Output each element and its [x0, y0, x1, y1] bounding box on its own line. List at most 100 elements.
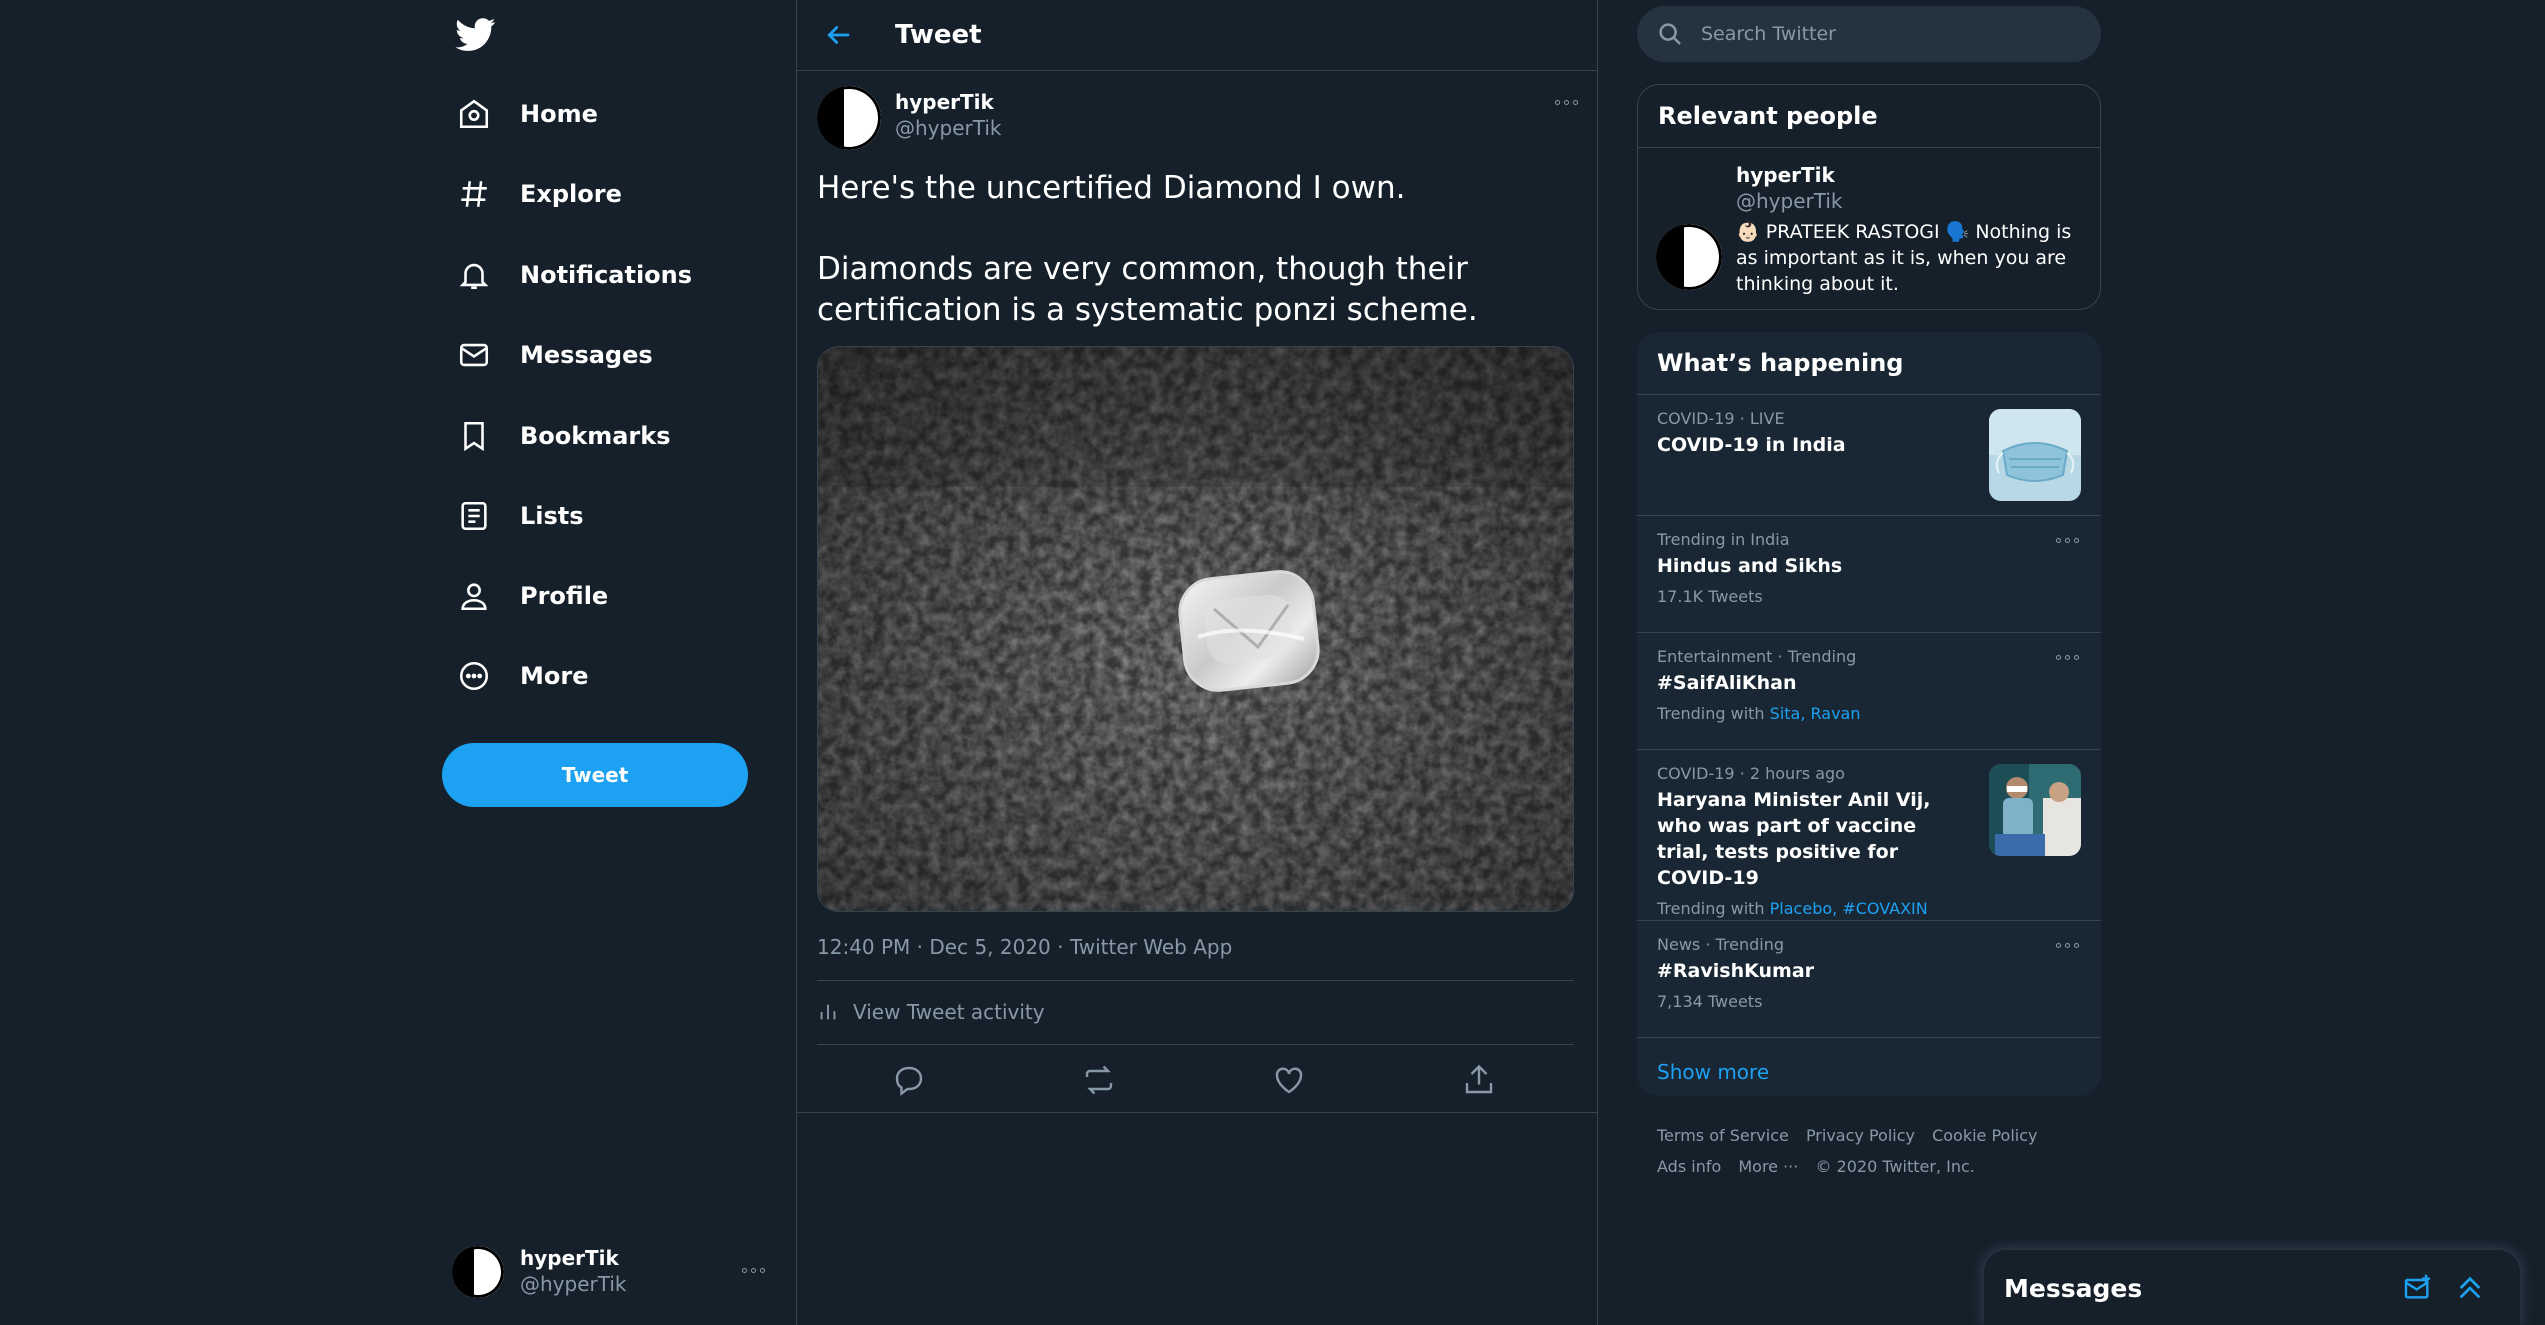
search-bar[interactable] — [1637, 6, 2101, 62]
trend-title: #RavishKumar — [1657, 960, 1815, 982]
person-handle[interactable]: @hyperTik — [1736, 189, 1842, 213]
footer-link[interactable]: Ads info — [1657, 1157, 1721, 1176]
author-name[interactable]: hyperTik — [895, 90, 994, 114]
trend-count: 17.1K Tweets — [1657, 587, 1763, 606]
show-more-link[interactable]: Show more — [1637, 1038, 2101, 1096]
avatar — [452, 1246, 504, 1298]
author-handle[interactable]: @hyperTik — [895, 116, 1001, 140]
nav-notifications[interactable]: Notifications — [454, 245, 692, 305]
trend-meta: Entertainment · Trending — [1657, 647, 1857, 666]
like-heart-icon[interactable] — [1271, 1062, 1307, 1098]
trend-meta: News · Trending — [1657, 935, 1785, 954]
card-title: What’s happening — [1637, 332, 2101, 395]
person-name[interactable]: hyperTik — [1736, 163, 1835, 187]
trending-with-links[interactable]: Sita, Ravan — [1770, 704, 1861, 723]
search-input[interactable] — [1699, 22, 2063, 46]
trend-item[interactable]: News · Trending #RavishKumar 7,134 Tweet… — [1637, 921, 2101, 1038]
trend-item[interactable]: COVID-19 · 2 hours ago Haryana Minister … — [1637, 750, 2101, 921]
footer-link[interactable]: More ··· — [1738, 1157, 1798, 1176]
nav-label: Profile — [520, 582, 609, 610]
more-dots-icon — [742, 1268, 765, 1273]
account-name: hyperTik — [520, 1246, 619, 1270]
trend-meta: Trending in India — [1657, 530, 1790, 549]
nav-label: More — [520, 662, 589, 690]
nav-label: Home — [520, 100, 598, 128]
nav-label: Messages — [520, 341, 653, 369]
back-arrow-icon[interactable] — [823, 20, 853, 50]
person-icon — [454, 576, 494, 616]
nav-bookmarks[interactable]: Bookmarks — [454, 406, 671, 466]
page-title: Tweet — [895, 20, 982, 50]
nav-home[interactable]: Home — [454, 84, 598, 144]
nav-more[interactable]: More — [454, 646, 588, 706]
twitter-logo-icon[interactable] — [454, 14, 496, 56]
tweet-button[interactable]: Tweet — [442, 743, 748, 807]
envelope-icon — [454, 335, 494, 375]
nav-label: Explore — [520, 180, 622, 208]
trend-count: 7,134 Tweets — [1657, 992, 1763, 1011]
nav-label: Bookmarks — [520, 422, 671, 450]
nav-messages[interactable]: Messages — [454, 325, 653, 385]
nav-explore[interactable]: Explore — [454, 164, 622, 224]
activity-label: View Tweet activity — [853, 1000, 1045, 1024]
account-handle: @hyperTik — [520, 1272, 627, 1296]
avatar[interactable] — [1656, 224, 1722, 290]
avatar[interactable] — [817, 86, 881, 150]
account-switcher[interactable]: hyperTik @hyperTik — [452, 1240, 792, 1304]
messages-drawer[interactable]: Messages — [1984, 1250, 2520, 1325]
main-column: Tweet hyperTik @hyperTik Here's the unce… — [796, 0, 1598, 1325]
trend-more-icon[interactable] — [2056, 538, 2079, 543]
share-icon[interactable] — [1461, 1062, 1497, 1098]
news-thumbnail — [1989, 764, 2081, 856]
relevant-people-card: Relevant people hyperTik @hyperTik 👶🏻 PR… — [1637, 84, 2101, 310]
nav-lists[interactable]: Lists — [454, 486, 584, 546]
tweet-timestamp: 12:40 PM · Dec 5, 2020 · Twitter Web App — [817, 935, 1233, 959]
trend-more-icon[interactable] — [2056, 655, 2079, 660]
tweet-more-icon[interactable] — [1555, 100, 1578, 105]
trending-with: Trending with Sita, Ravan — [1657, 704, 2081, 723]
view-activity-link[interactable]: View Tweet activity — [817, 1000, 1045, 1024]
trending-with-prefix: Trending with — [1657, 704, 1765, 723]
reply-icon[interactable] — [891, 1062, 927, 1098]
divider — [797, 1112, 1597, 1113]
trend-title: #SaifAliKhan — [1657, 672, 1797, 694]
divider — [817, 1044, 1574, 1045]
footer-link[interactable]: Privacy Policy — [1806, 1126, 1915, 1145]
tweet-photo[interactable] — [817, 346, 1574, 912]
trend-title: Haryana Minister Anil Vij, who was part … — [1657, 789, 1931, 889]
hashtag-icon — [454, 174, 494, 214]
tweet-text-line: Here's the uncertified Diamond I own. — [817, 170, 1406, 206]
trend-more-icon[interactable] — [2056, 943, 2079, 948]
trend-item[interactable]: Trending in India Hindus and Sikhs 17.1K… — [1637, 516, 2101, 633]
expand-chevron-icon[interactable] — [2454, 1272, 2486, 1304]
retweet-icon[interactable] — [1081, 1062, 1117, 1098]
trend-item[interactable]: Entertainment · Trending #SaifAliKhan Tr… — [1637, 633, 2101, 750]
footer-links: Terms of Service Privacy Policy Cookie P… — [1657, 1120, 2097, 1182]
search-icon — [1655, 19, 1685, 49]
divider — [817, 980, 1574, 981]
footer-link[interactable]: Cookie Policy — [1932, 1126, 2037, 1145]
home-icon — [454, 94, 494, 134]
trending-with: Trending with Placebo, #COVAXIN — [1657, 899, 2081, 918]
trend-title: Hindus and Sikhs — [1657, 555, 1843, 577]
list-icon — [454, 496, 494, 536]
mask-thumbnail — [1989, 409, 2081, 501]
trending-with-links[interactable]: Placebo, #COVAXIN — [1770, 899, 1928, 918]
nav-profile[interactable]: Profile — [454, 566, 608, 626]
left-sidebar: Home Explore Notifications Messages Book… — [436, 0, 796, 1325]
messages-drawer-title: Messages — [2004, 1274, 2143, 1303]
bell-icon — [454, 255, 494, 295]
page-header: Tweet — [797, 0, 1597, 71]
tweet-actions — [817, 1048, 1574, 1112]
copyright: © 2020 Twitter, Inc. — [1815, 1157, 1975, 1176]
footer-link[interactable]: Terms of Service — [1657, 1126, 1789, 1145]
trending-with-prefix: Trending with — [1657, 899, 1765, 918]
more-circle-icon — [454, 656, 494, 696]
bookmark-icon — [454, 416, 494, 456]
new-message-icon[interactable] — [2402, 1272, 2434, 1304]
card-title: Relevant people — [1638, 85, 2100, 148]
tweet-author: hyperTik @hyperTik — [817, 86, 1578, 152]
tweet-text: Here's the uncertified Diamond I own. Di… — [817, 168, 1577, 331]
right-sidebar: Relevant people hyperTik @hyperTik 👶🏻 PR… — [1637, 0, 2101, 1325]
trend-item[interactable]: COVID-19 · LIVE COVID-19 in India — [1637, 395, 2101, 516]
